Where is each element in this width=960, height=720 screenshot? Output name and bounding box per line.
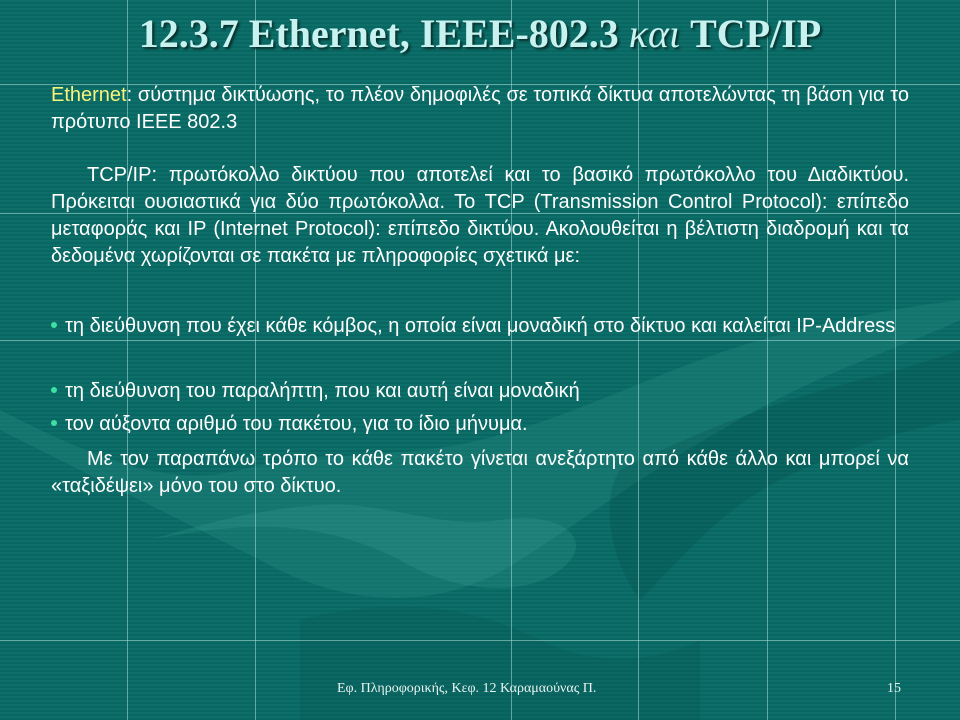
footer-page-number: 15 (887, 681, 901, 696)
bullet-text: τη διεύθυνση που έχει κάθε κόμβος, η οπο… (65, 315, 896, 337)
bullet-icon (51, 386, 57, 393)
ethernet-paragraph: Ethernet: σύστημα δικτύωσης, το πλέον δη… (51, 82, 909, 136)
bullet-icon (51, 419, 57, 426)
bullet-item: τη διεύθυνση του παραλήπτη, που και αυτή… (51, 378, 909, 405)
title-prefix: 12.3.7 Ethernet, IEEE-802.3 (138, 11, 629, 56)
bullet-text: τη διεύθυνση του παραλήπτη, που και αυτή… (65, 380, 580, 402)
title-kai: και (628, 11, 681, 56)
grid-line (0, 340, 960, 341)
title-suffix: TCP/IP (680, 11, 822, 56)
bullet-icon (51, 321, 57, 328)
slide-title: 12.3.7 Ethernet, IEEE-802.3 και TCP/IP (0, 10, 960, 57)
closing-paragraph: Με τον παραπάνω τρόπο το κάθε πακέτο γίν… (51, 448, 909, 497)
bullet-item: τον αύξοντα αριθμό του πακέτου, για το ί… (51, 411, 909, 438)
bullet-text: τον αύξοντα αριθμό του πακέτου, για το ί… (65, 413, 528, 435)
ethernet-term: Ethernet (51, 84, 127, 106)
ethernet-definition: : σύστημα δικτύωσης, το πλέον δημοφιλές … (51, 84, 909, 133)
grid-line (0, 640, 960, 641)
bullet-item: τη διεύθυνση που έχει κάθε κόμβος, η οπο… (51, 313, 909, 340)
tcpip-paragraph: TCP/IP: πρωτόκολλο δικτύου που αποτελεί … (51, 164, 909, 267)
footer-course: Εφ. Πληροφορικής, Κεφ. 12 Καραμαούνας Π. (337, 681, 597, 696)
